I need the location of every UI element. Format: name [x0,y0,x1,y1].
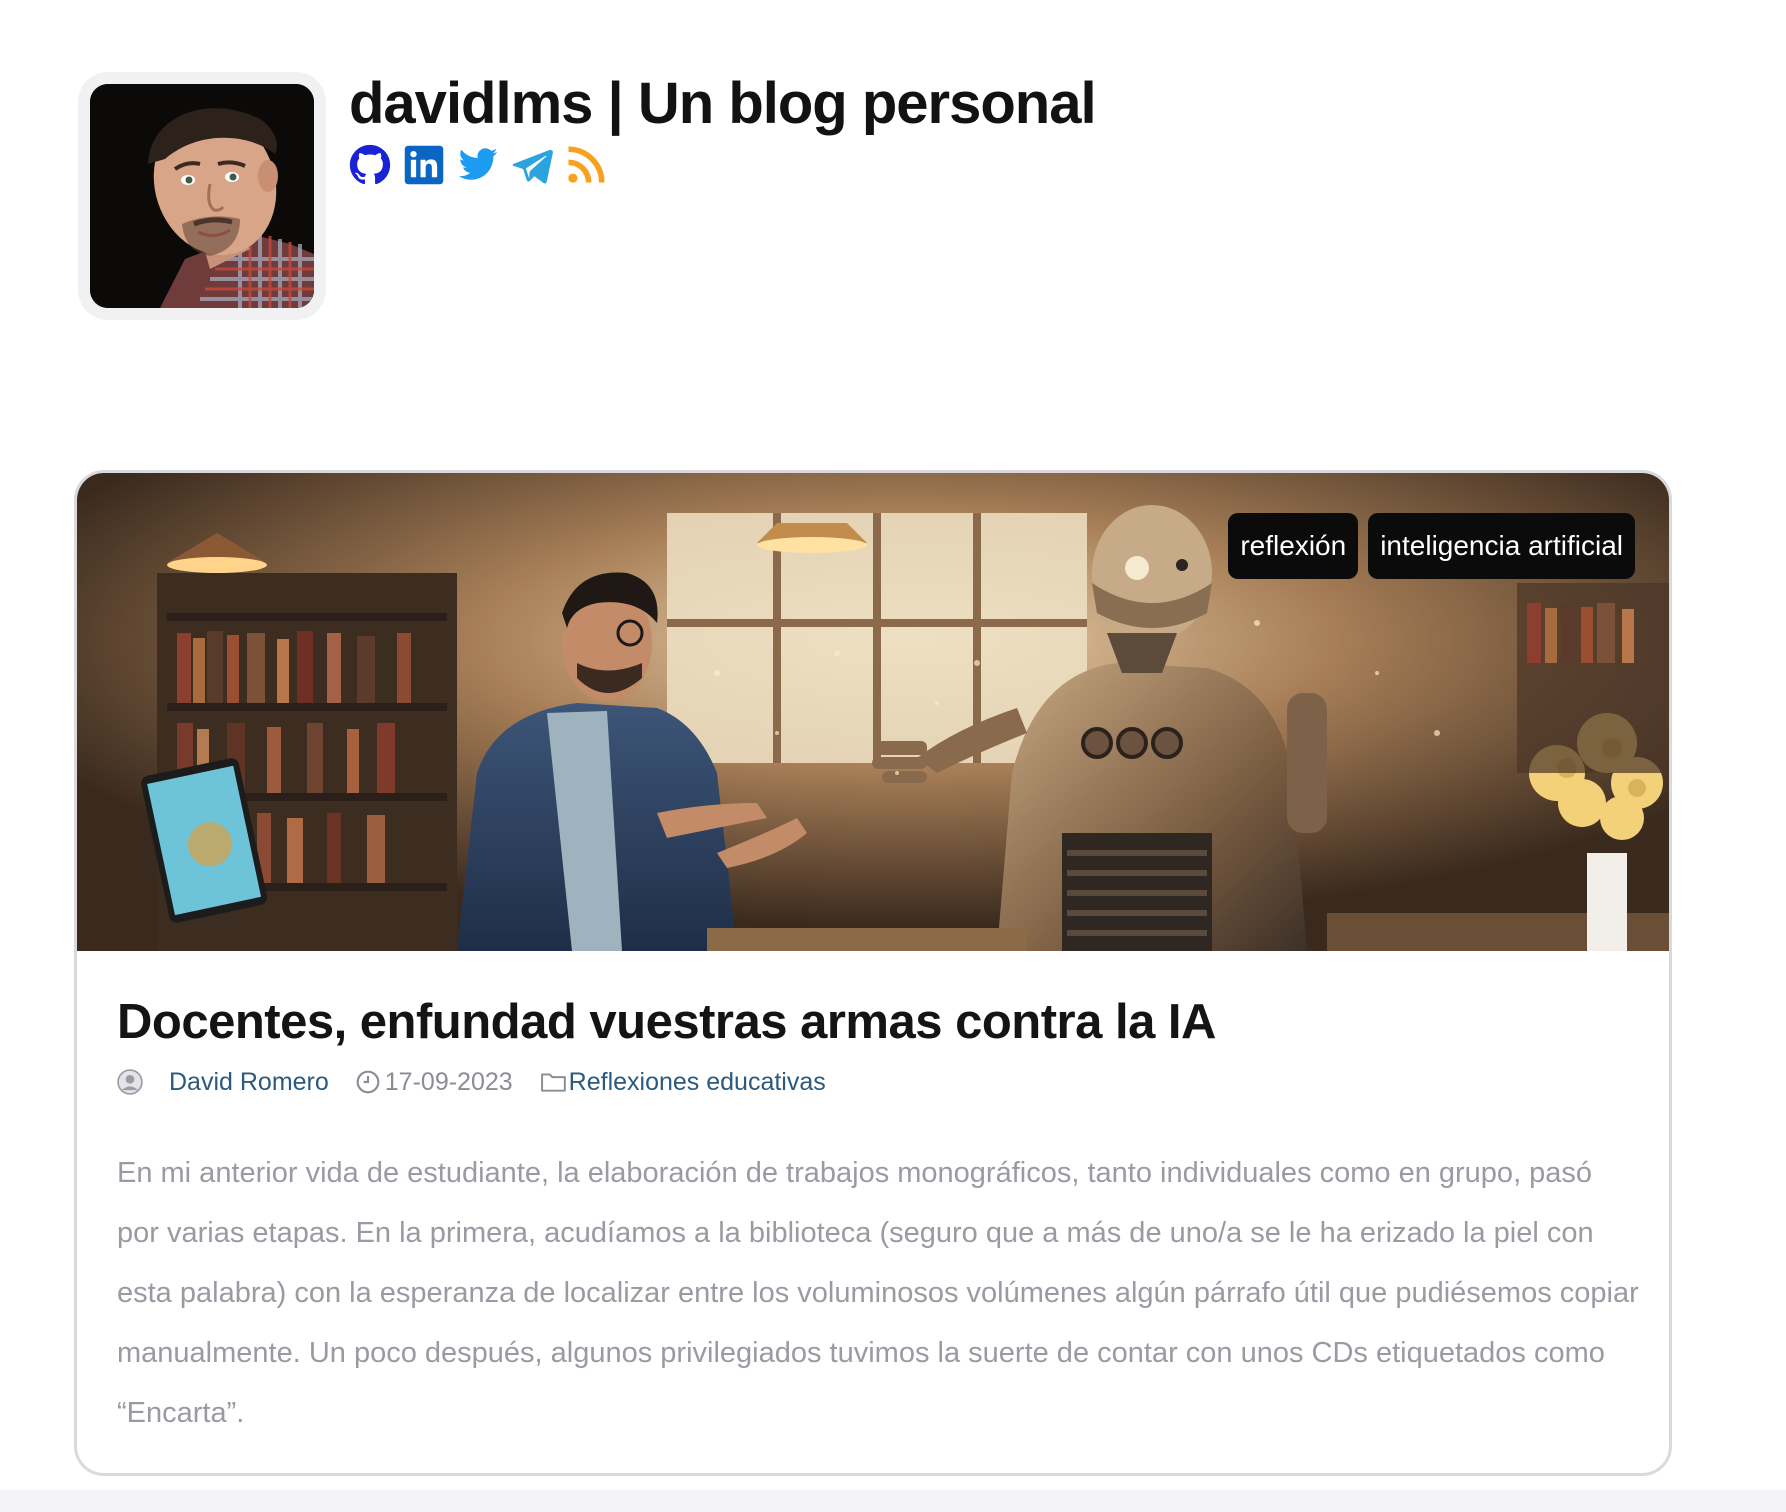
post-category-link[interactable]: Reflexiones educativas [569,1065,826,1099]
github-icon[interactable] [349,144,391,186]
avatar-frame [78,72,326,320]
post-card: reflexión inteligencia artificial Docent… [74,470,1672,1476]
post-meta: David Romero 17-09-2023 Reflexiones educ… [117,1065,1631,1099]
post-body: Docentes, enfundad vuestras armas contra… [77,951,1669,1443]
post-tags: reflexión inteligencia artificial [1228,513,1635,579]
post-hero-image[interactable]: reflexión inteligencia artificial [77,473,1669,951]
user-icon [117,1069,143,1095]
site-info: davidlms | Un blog personal [349,66,1097,186]
post-title[interactable]: Docentes, enfundad vuestras armas contra… [117,991,1631,1053]
folder-icon [540,1073,566,1092]
twitter-icon[interactable] [457,144,499,186]
social-links [349,144,1096,186]
post-date: 17-09-2023 [384,1068,513,1096]
rss-icon[interactable] [565,144,607,186]
post-author-link[interactable]: David Romero [169,1065,329,1099]
tag-inteligencia-artificial[interactable]: inteligencia artificial [1368,513,1635,579]
telegram-icon[interactable] [511,144,553,186]
post-excerpt: En mi anterior vida de estudiante, la el… [117,1157,1639,1429]
page-bottom-band [0,1490,1786,1512]
page: davidlms | Un blog personal reflexión in… [0,0,1786,1512]
site-title[interactable]: davidlms | Un blog personal [349,66,1097,142]
linkedin-icon[interactable] [403,144,445,186]
tag-reflexion[interactable]: reflexión [1228,513,1359,579]
clock-icon [356,1070,380,1094]
avatar[interactable] [90,84,314,308]
avatar-image [90,84,314,308]
site-header: davidlms | Un blog personal [78,71,1097,322]
